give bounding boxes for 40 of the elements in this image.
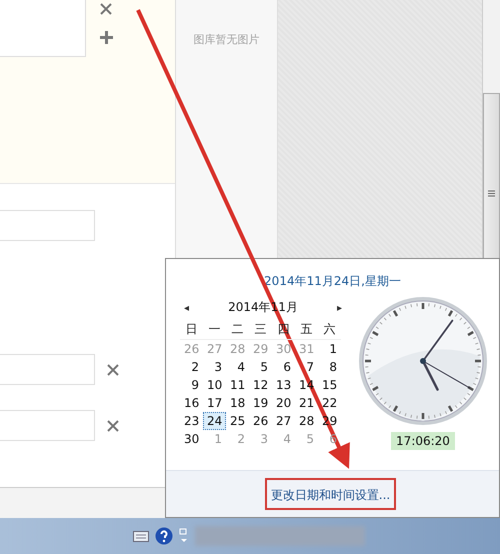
weekday-label: 日	[180, 319, 203, 340]
calendar-day[interactable]: 27	[272, 412, 295, 430]
calendar-day[interactable]: 12	[249, 376, 272, 394]
calendar-day[interactable]: 19	[249, 394, 272, 412]
calendar-day[interactable]: 28	[295, 412, 318, 430]
calendar-day[interactable]: 21	[295, 394, 318, 412]
next-month-button[interactable]: ▸	[337, 302, 342, 314]
calendar-day[interactable]: 13	[272, 376, 295, 394]
calendar-day[interactable]: 24	[203, 412, 226, 430]
calendar-day[interactable]: 1	[318, 340, 341, 358]
calendar-day[interactable]: 15	[318, 376, 341, 394]
empty-message: 图库暂无图片	[194, 32, 260, 47]
calendar-day[interactable]: 8	[318, 358, 341, 376]
calendar-day[interactable]: 7	[295, 358, 318, 376]
time-label: 17:06:20	[391, 432, 455, 450]
calendar-day[interactable]: 18	[226, 394, 249, 412]
date-heading: 2014年11月24日,星期一	[264, 273, 401, 290]
calendar-day[interactable]: 26	[249, 412, 272, 430]
weekday-label: 三	[249, 319, 272, 340]
calendar-day[interactable]: 23	[180, 412, 203, 430]
calendar-day[interactable]: 20	[272, 394, 295, 412]
calendar-day[interactable]: 5	[249, 358, 272, 376]
calendar-day[interactable]: 16	[180, 394, 203, 412]
calendar-day[interactable]: 3	[203, 358, 226, 376]
weekday-label: 六	[318, 319, 341, 340]
calendar-day[interactable]: 6	[272, 358, 295, 376]
weekday-label: 五	[295, 319, 318, 340]
calendar-day[interactable]: 9	[180, 376, 203, 394]
calendar-day[interactable]: 2	[180, 358, 203, 376]
calendar-day[interactable]: 22	[318, 394, 341, 412]
weekday-label: 一	[203, 319, 226, 340]
calendar-day[interactable]: 30	[180, 430, 203, 448]
calendar-day[interactable]: 4	[226, 358, 249, 376]
calendar-day[interactable]: 17	[203, 394, 226, 412]
previous-month-button[interactable]: ◂	[184, 302, 189, 314]
calendar-day[interactable]: 25	[226, 412, 249, 430]
calendar-day[interactable]: 10	[203, 376, 226, 394]
weekday-label: 二	[226, 319, 249, 340]
calendar-day[interactable]: 11	[226, 376, 249, 394]
settings-link[interactable]: 更改日期和时间设置...	[270, 488, 390, 502]
